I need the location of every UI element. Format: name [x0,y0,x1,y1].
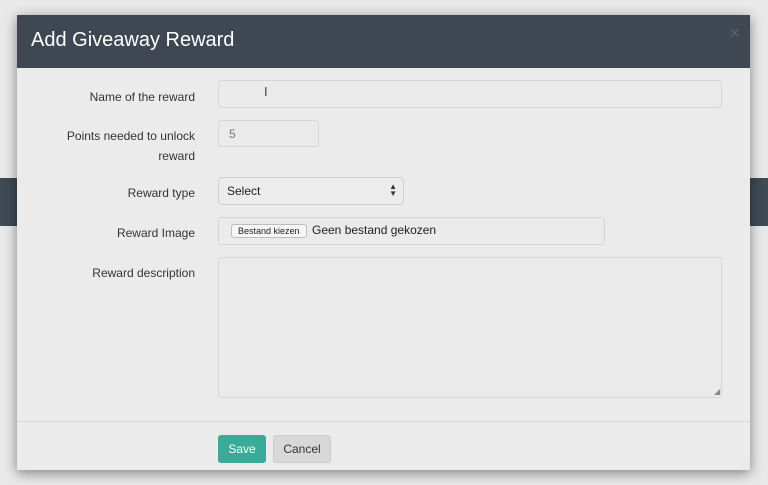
reward-type-selected: Select [227,184,261,198]
reward-description-textarea[interactable] [218,257,722,398]
select-arrows-icon: ▲ ▼ [389,182,397,198]
text-cursor-icon: I [264,84,268,99]
reward-name-input[interactable] [218,80,722,108]
background-strip-left [0,178,17,226]
points-label-line2: reward [158,149,195,163]
save-button[interactable]: Save [218,435,266,463]
modal-title: Add Giveaway Reward [31,29,235,51]
points-label-line1: Points needed to unlock [66,129,195,143]
points-input[interactable] [218,120,319,147]
choose-file-button[interactable]: Bestand kiezen [231,224,307,238]
reward-type-select[interactable]: Select ▲ ▼ [218,177,404,205]
modal-header: Add Giveaway Reward × [17,15,750,68]
background-strip-right [750,178,768,226]
footer-divider [17,421,750,422]
cancel-button[interactable]: Cancel [273,435,331,463]
image-label: Reward Image [116,226,195,240]
add-reward-modal: Add Giveaway Reward × Name of the reward… [17,15,750,470]
reward-image-file-input[interactable]: Bestand kiezen Geen bestand gekozen [218,217,605,245]
resize-grip-icon[interactable]: ◢ [714,387,720,396]
type-label: Reward type [127,186,195,200]
close-icon[interactable]: × [729,23,740,44]
name-label: Name of the reward [89,90,195,104]
description-label: Reward description [92,266,195,280]
file-status: Geen bestand gekozen [312,223,437,237]
